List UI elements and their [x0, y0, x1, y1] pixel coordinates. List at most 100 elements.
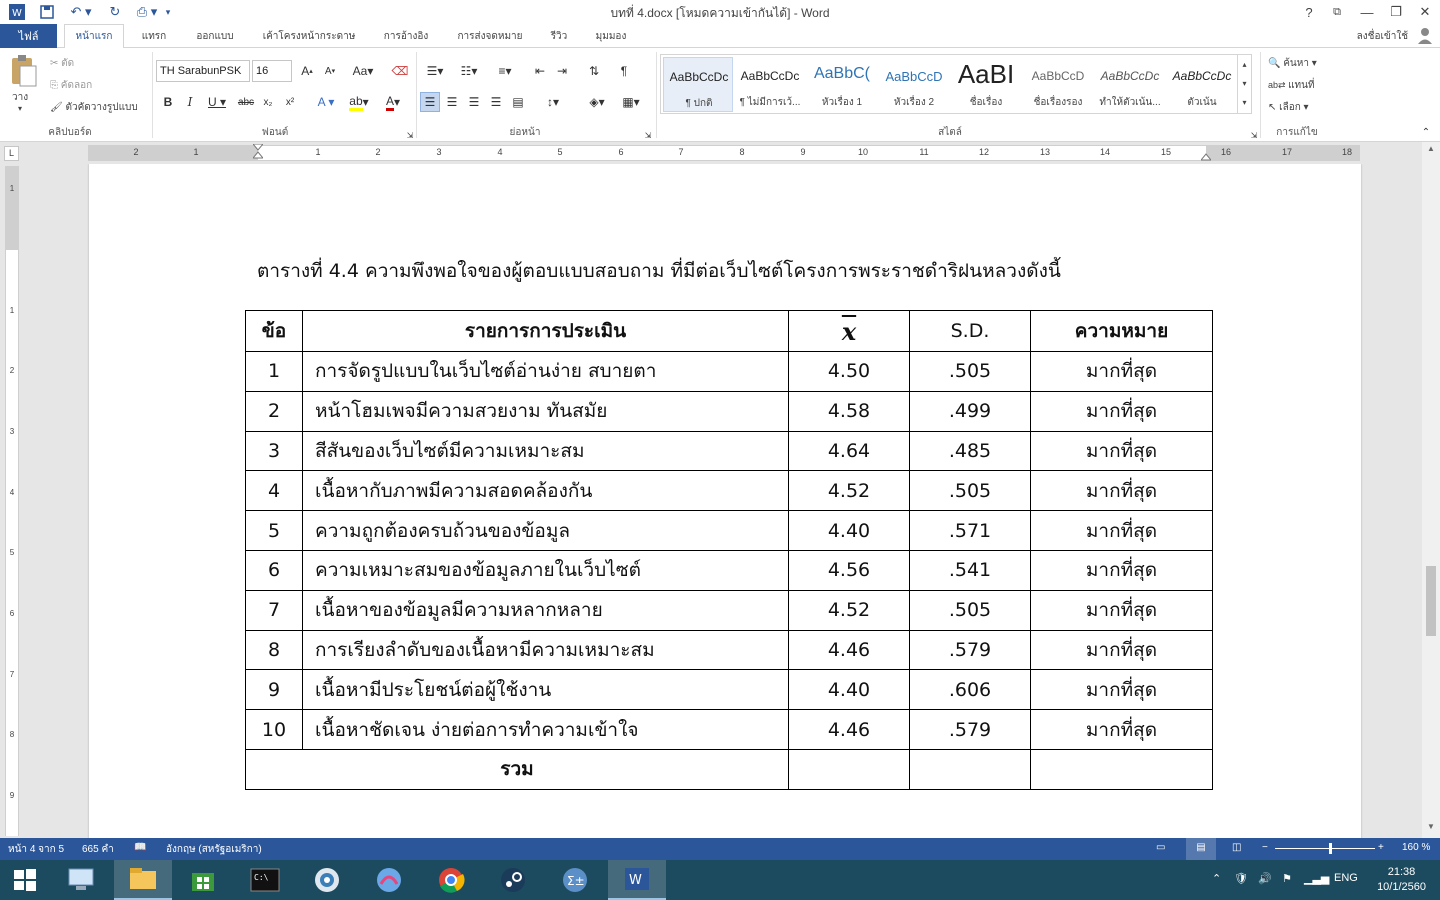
- media-app-icon[interactable]: [298, 860, 356, 900]
- cell-item[interactable]: เนื้อหาชัดเจน ง่ายต่อการทำความเข้าใจ: [302, 709, 789, 750]
- read-mode-icon[interactable]: ▭: [1156, 842, 1165, 853]
- distributed-icon[interactable]: ▤: [508, 92, 528, 112]
- cell-item[interactable]: สีสันของเว็บไซต์มีความเหมาะสม: [302, 430, 789, 472]
- font-size-combo[interactable]: 16: [252, 60, 292, 82]
- cell-mean[interactable]: 4.58: [788, 390, 910, 432]
- command-prompt-icon[interactable]: C:\: [236, 860, 294, 900]
- document-area[interactable]: ตารางที่ 4.4 ความพึงพอใจของผู้ตอบแบบสอบถ…: [22, 164, 1422, 838]
- proofing-icon[interactable]: 📖: [134, 842, 146, 853]
- header-sd[interactable]: S.D.: [909, 310, 1031, 352]
- cell-no[interactable]: 8: [245, 629, 303, 671]
- cell-item[interactable]: ความถูกต้องครบถ้วนของข้อมูล: [302, 510, 789, 551]
- cell-mean[interactable]: 4.56: [788, 549, 910, 591]
- cell-item[interactable]: การเรียงลำดับของเนื้อหามีความเหมาะสม: [302, 629, 789, 671]
- cell-sd[interactable]: .505: [909, 470, 1031, 512]
- cell-no[interactable]: 2: [245, 390, 303, 432]
- bold-icon[interactable]: B: [158, 92, 178, 112]
- cell-item[interactable]: การจัดรูปแบบในเว็บไซต์อ่านง่าย สบายตา: [302, 351, 789, 392]
- cell-mean[interactable]: 4.52: [788, 470, 910, 512]
- help-button[interactable]: ?: [1294, 0, 1324, 24]
- select-button[interactable]: ↖ เลือก ▾: [1268, 100, 1309, 115]
- store-icon[interactable]: [174, 860, 232, 900]
- cell-meaning[interactable]: มากที่สุด: [1030, 629, 1213, 671]
- cell-sd[interactable]: .541: [909, 549, 1031, 591]
- security-icon[interactable]: 🛡: [1234, 872, 1248, 885]
- numbering-icon[interactable]: ☷▾: [454, 61, 484, 81]
- cell-item[interactable]: ความเหมาะสมของข้อมูลภายในเว็บไซต์: [302, 549, 789, 591]
- cell-no[interactable]: 4: [245, 470, 303, 512]
- find-button[interactable]: 🔍 ค้นหา ▾: [1268, 56, 1317, 71]
- cell-item[interactable]: เนื้อหาของข้อมูลมีความหลากหลาย: [302, 589, 789, 631]
- cell-sd[interactable]: .485: [909, 430, 1031, 472]
- cell-meaning[interactable]: มากที่สุด: [1030, 430, 1213, 472]
- style-subtitle[interactable]: AaBbCcD ชื่อเรื่องรอง: [1023, 57, 1093, 112]
- tab-home[interactable]: หน้าแรก: [64, 24, 124, 49]
- cell-sd[interactable]: .579: [909, 709, 1031, 750]
- ribbon-display-options-icon[interactable]: ⧉: [1322, 0, 1352, 24]
- cell-no[interactable]: 9: [245, 669, 303, 711]
- tab-design[interactable]: ออกแบบ: [186, 24, 244, 48]
- style-heading-1[interactable]: AaBbC( หัวเรื่อง 1: [807, 57, 877, 112]
- tab-references[interactable]: การอ้างอิง: [374, 24, 438, 48]
- cell-meaning[interactable]: มากที่สุด: [1030, 589, 1213, 631]
- cell-meaning[interactable]: มากที่สุด: [1030, 390, 1213, 432]
- close-button[interactable]: ✕: [1410, 0, 1440, 24]
- word-taskbar-icon[interactable]: W: [608, 860, 666, 900]
- math-app-icon[interactable]: Σ±: [546, 860, 604, 900]
- start-button[interactable]: [0, 860, 50, 900]
- superscript-icon[interactable]: x²: [280, 92, 300, 112]
- header-meaning[interactable]: ความหมาย: [1030, 310, 1213, 352]
- font-name-combo[interactable]: TH SarabunPSK: [156, 60, 250, 82]
- right-indent-marker-icon[interactable]: [1199, 150, 1213, 162]
- cell-sd[interactable]: .499: [909, 390, 1031, 432]
- align-right-icon[interactable]: ☰: [464, 92, 484, 112]
- header-mean[interactable]: x: [788, 310, 910, 352]
- show-hidden-icons[interactable]: ⌃: [1212, 872, 1221, 885]
- this-pc-icon[interactable]: [52, 860, 110, 900]
- strikethrough-icon[interactable]: abc: [236, 92, 256, 112]
- zoom-slider[interactable]: [1275, 848, 1375, 849]
- cell-item[interactable]: เนื้อหากับภาพมีความสอดคล้องกัน: [302, 470, 789, 512]
- cell-mean[interactable]: 4.50: [788, 351, 910, 392]
- cell-mean[interactable]: 4.40: [788, 510, 910, 551]
- subscript-icon[interactable]: x₂: [258, 92, 278, 112]
- cell-item[interactable]: เนื้อหามีประโยชน์ต่อผู้ใช้งาน: [302, 669, 789, 711]
- steam-icon[interactable]: [484, 860, 542, 900]
- increase-indent-icon[interactable]: ⇥: [552, 61, 572, 81]
- multilevel-list-icon[interactable]: ≡▾: [490, 61, 520, 81]
- tab-view[interactable]: มุมมอง: [586, 24, 636, 48]
- styles-scroll-icon[interactable]: ▴ ▾ ▾: [1237, 55, 1251, 113]
- tab-mailings[interactable]: การส่งจดหมาย: [448, 24, 532, 48]
- style-heading-2[interactable]: AaBbCcD หัวเรื่อง 2: [879, 57, 949, 112]
- cell-no[interactable]: 7: [245, 589, 303, 631]
- decrease-indent-icon[interactable]: ⇤: [530, 61, 550, 81]
- align-left-icon[interactable]: ☰: [420, 92, 440, 112]
- underline-icon[interactable]: U ▾: [202, 92, 232, 112]
- cell-total-mean[interactable]: [788, 748, 910, 790]
- zoom-slider-thumb[interactable]: [1329, 843, 1332, 854]
- shrink-font-icon[interactable]: A ▾: [320, 61, 340, 81]
- bullets-icon[interactable]: ☰▾: [420, 61, 450, 81]
- tab-file[interactable]: ไฟล์: [0, 24, 57, 48]
- horizontal-ruler[interactable]: 2 1 1 2 3 4 5 6 7 8 9 10 11 12 13 14 15 …: [88, 143, 1360, 162]
- indent-marker-icon[interactable]: [251, 143, 265, 162]
- paste-button[interactable]: วาง: [12, 90, 28, 105]
- highlight-color-icon[interactable]: ab ▾: [344, 92, 374, 112]
- cell-no[interactable]: 5: [245, 510, 303, 551]
- format-painter-button[interactable]: 🖌 ตัวคัดวางรูปแบบ: [50, 100, 138, 115]
- zoom-in-icon[interactable]: +: [1378, 842, 1384, 853]
- paste-icon[interactable]: [8, 54, 40, 88]
- satisfaction-table[interactable]: ข้อ รายการการประเมิน x S.D. ความหมาย 1 กา…: [245, 310, 1213, 790]
- style-normal[interactable]: AaBbCcDc ¶ ปกติ: [663, 57, 733, 112]
- show-formatting-icon[interactable]: ¶: [614, 61, 634, 81]
- cell-mean[interactable]: 4.40: [788, 669, 910, 711]
- cell-no[interactable]: 3: [245, 430, 303, 472]
- document-page[interactable]: ตารางที่ 4.4 ความพึงพอใจของผู้ตอบแบบสอบถ…: [89, 164, 1361, 838]
- cell-meaning[interactable]: มากที่สุด: [1030, 351, 1213, 392]
- cut-button[interactable]: ✂ ตัด: [50, 56, 74, 71]
- cell-meaning[interactable]: มากที่สุด: [1030, 669, 1213, 711]
- tab-layout[interactable]: เค้าโครงหน้ากระดาษ: [254, 24, 364, 48]
- cell-no[interactable]: 1: [245, 351, 303, 392]
- cell-item[interactable]: หน้าโฮมเพจมีความสวยงาม ทันสมัย: [302, 390, 789, 432]
- copy-button[interactable]: ⎘ คัดลอก: [50, 78, 92, 93]
